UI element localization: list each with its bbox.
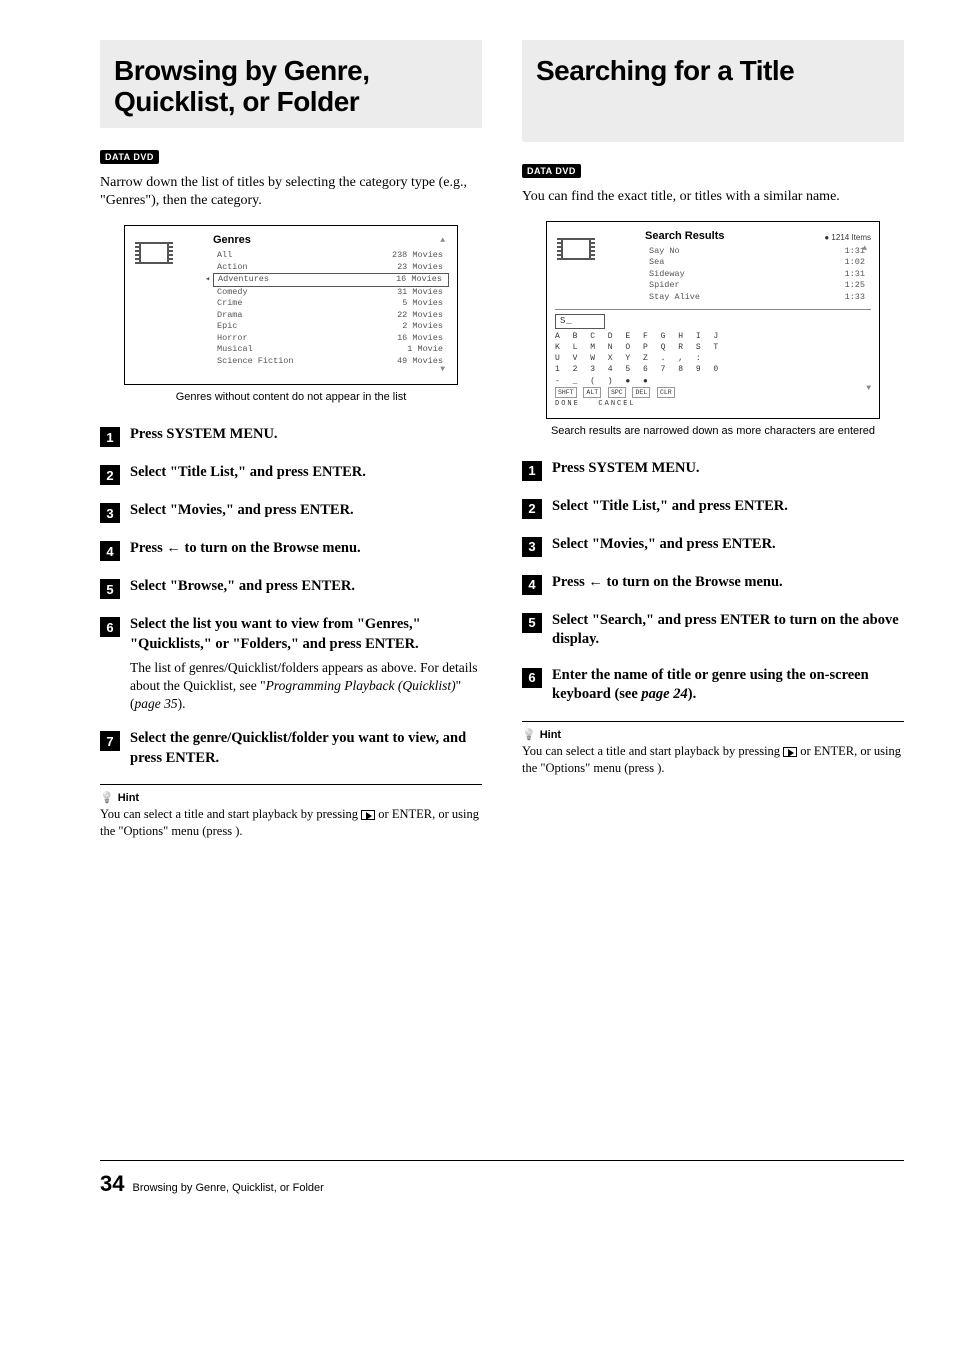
genre-row-selected: ◂Adventures16 Movies — [213, 273, 449, 286]
step-number: 6 — [100, 617, 120, 637]
step-5: 5 Select "Browse," and press ENTER. — [100, 577, 482, 599]
left-column: Browsing by Genre, Quicklist, or Folder … — [100, 40, 482, 840]
kbd-spc: SPC — [608, 387, 626, 398]
right-heading-block: Searching for a Title — [522, 40, 904, 142]
kbd-alt: ALT — [583, 387, 601, 398]
right-heading: Searching for a Title — [536, 56, 890, 87]
genre-row: Crime5 Movies — [213, 298, 449, 309]
genre-row: All238 Movies — [213, 250, 449, 261]
step-number: 1 — [100, 427, 120, 447]
kbd-clr: CLR — [657, 387, 675, 398]
divider — [522, 721, 904, 722]
item-count: ● 1214 Items — [824, 233, 871, 242]
step-number: 1 — [522, 461, 542, 481]
genres-panel: Genres ▲ All238 Movies Action23 Movies ◂… — [124, 225, 458, 385]
page-number: 34 — [100, 1171, 124, 1197]
page-footer: 34 Browsing by Genre, Quicklist, or Fold… — [100, 1160, 904, 1197]
step-subtext: The list of genres/Quicklist/folders app… — [130, 659, 482, 714]
panel-title: Genres — [213, 234, 449, 246]
step-1: 1 Press SYSTEM MENU. — [522, 459, 904, 481]
onscreen-keyboard: S_ A B C D E F G H I J K L M N O P Q R S… — [555, 309, 871, 410]
step-7: 7 Select the genre/Quicklist/folder you … — [100, 729, 482, 768]
divider — [100, 784, 482, 785]
step-number: 5 — [522, 613, 542, 633]
step-2: 2 Select "Title List," and press ENTER. — [522, 497, 904, 519]
bulb-icon — [522, 728, 536, 741]
genre-row: Horror16 Movies — [213, 333, 449, 344]
step-6: 6 Enter the name of title or genre using… — [522, 666, 904, 705]
step-number: 3 — [100, 503, 120, 523]
scroll-up-icon: ▲ — [862, 244, 867, 253]
step-4: 4 Press to turn on the Browse menu. — [522, 573, 904, 595]
genre-row: Drama22 Movies — [213, 310, 449, 321]
scroll-down-icon: ▼ — [440, 365, 445, 374]
genre-list: All238 Movies Action23 Movies ◂Adventure… — [213, 250, 449, 367]
result-row: Say No1:31 — [645, 246, 871, 257]
play-icon — [361, 810, 375, 820]
footer-title: Browsing by Genre, Quicklist, or Folder — [132, 1182, 323, 1194]
bulb-icon — [100, 791, 114, 804]
panel-title: Search Results — [645, 230, 724, 242]
step-5: 5 Select "Search," and press ENTER to tu… — [522, 611, 904, 650]
right-intro: You can find the exact title, or titles … — [522, 188, 904, 207]
hint-label: Hint — [100, 791, 482, 804]
left-arrow-icon — [588, 574, 603, 590]
left-caption: Genres without content do not appear in … — [100, 391, 482, 403]
genre-row: Comedy31 Movies — [213, 287, 449, 298]
left-heading-block: Browsing by Genre, Quicklist, or Folder — [100, 40, 482, 128]
result-row: Spider1:25 — [645, 280, 871, 291]
search-field: S_ — [555, 314, 605, 329]
film-icon — [561, 238, 591, 260]
step-2: 2 Select "Title List," and press ENTER. — [100, 463, 482, 485]
results-list: Say No1:31 Sea1:02 Sideway1:31 Spider1:2… — [645, 246, 871, 303]
kbd-done: DONE — [555, 400, 580, 408]
genre-row: Epic2 Movies — [213, 321, 449, 332]
scroll-up-icon: ▲ — [440, 236, 445, 245]
genre-row: Musical1 Movie — [213, 344, 449, 355]
step-number: 5 — [100, 579, 120, 599]
data-dvd-badge: DATA DVD — [100, 150, 159, 164]
step-number: 7 — [100, 731, 120, 751]
left-intro: Narrow down the list of titles by select… — [100, 174, 482, 212]
step-3: 3 Select "Movies," and press ENTER. — [522, 535, 904, 557]
kbd-cancel: CANCEL — [598, 400, 635, 408]
step-number: 2 — [100, 465, 120, 485]
right-column: Searching for a Title DATA DVD You can f… — [522, 40, 904, 840]
result-row: Stay Alive1:33 — [645, 292, 871, 303]
step-4: 4 Press to turn on the Browse menu. — [100, 539, 482, 561]
kbd-shft: SHFT — [555, 387, 577, 398]
scroll-down-icon: ▼ — [866, 383, 875, 394]
step-number: 4 — [100, 541, 120, 561]
genre-row: Action23 Movies — [213, 262, 449, 273]
genre-row: Science Fiction49 Movies — [213, 356, 449, 367]
result-row: Sea1:02 — [645, 257, 871, 268]
result-row: Sideway1:31 — [645, 269, 871, 280]
left-arrow-icon — [166, 540, 181, 556]
film-icon — [139, 242, 169, 264]
search-panel: Search Results ● 1214 Items ▲ Say No1:31… — [546, 221, 880, 419]
right-caption: Search results are narrowed down as more… — [522, 425, 904, 437]
step-number: 6 — [522, 668, 542, 688]
play-icon — [783, 747, 797, 757]
step-number: 2 — [522, 499, 542, 519]
step-1: 1 Press SYSTEM MENU. — [100, 425, 482, 447]
step-number: 3 — [522, 537, 542, 557]
data-dvd-badge: DATA DVD — [522, 164, 581, 178]
hint-body: You can select a title and start playbac… — [100, 806, 482, 840]
step-3: 3 Select "Movies," and press ENTER. — [100, 501, 482, 523]
kbd-del: DEL — [632, 387, 650, 398]
hint-label: Hint — [522, 728, 904, 741]
step-number: 4 — [522, 575, 542, 595]
hint-body: You can select a title and start playbac… — [522, 743, 904, 777]
step-6: 6 Select the list you want to view from … — [100, 615, 482, 713]
left-heading: Browsing by Genre, Quicklist, or Folder — [114, 56, 468, 118]
